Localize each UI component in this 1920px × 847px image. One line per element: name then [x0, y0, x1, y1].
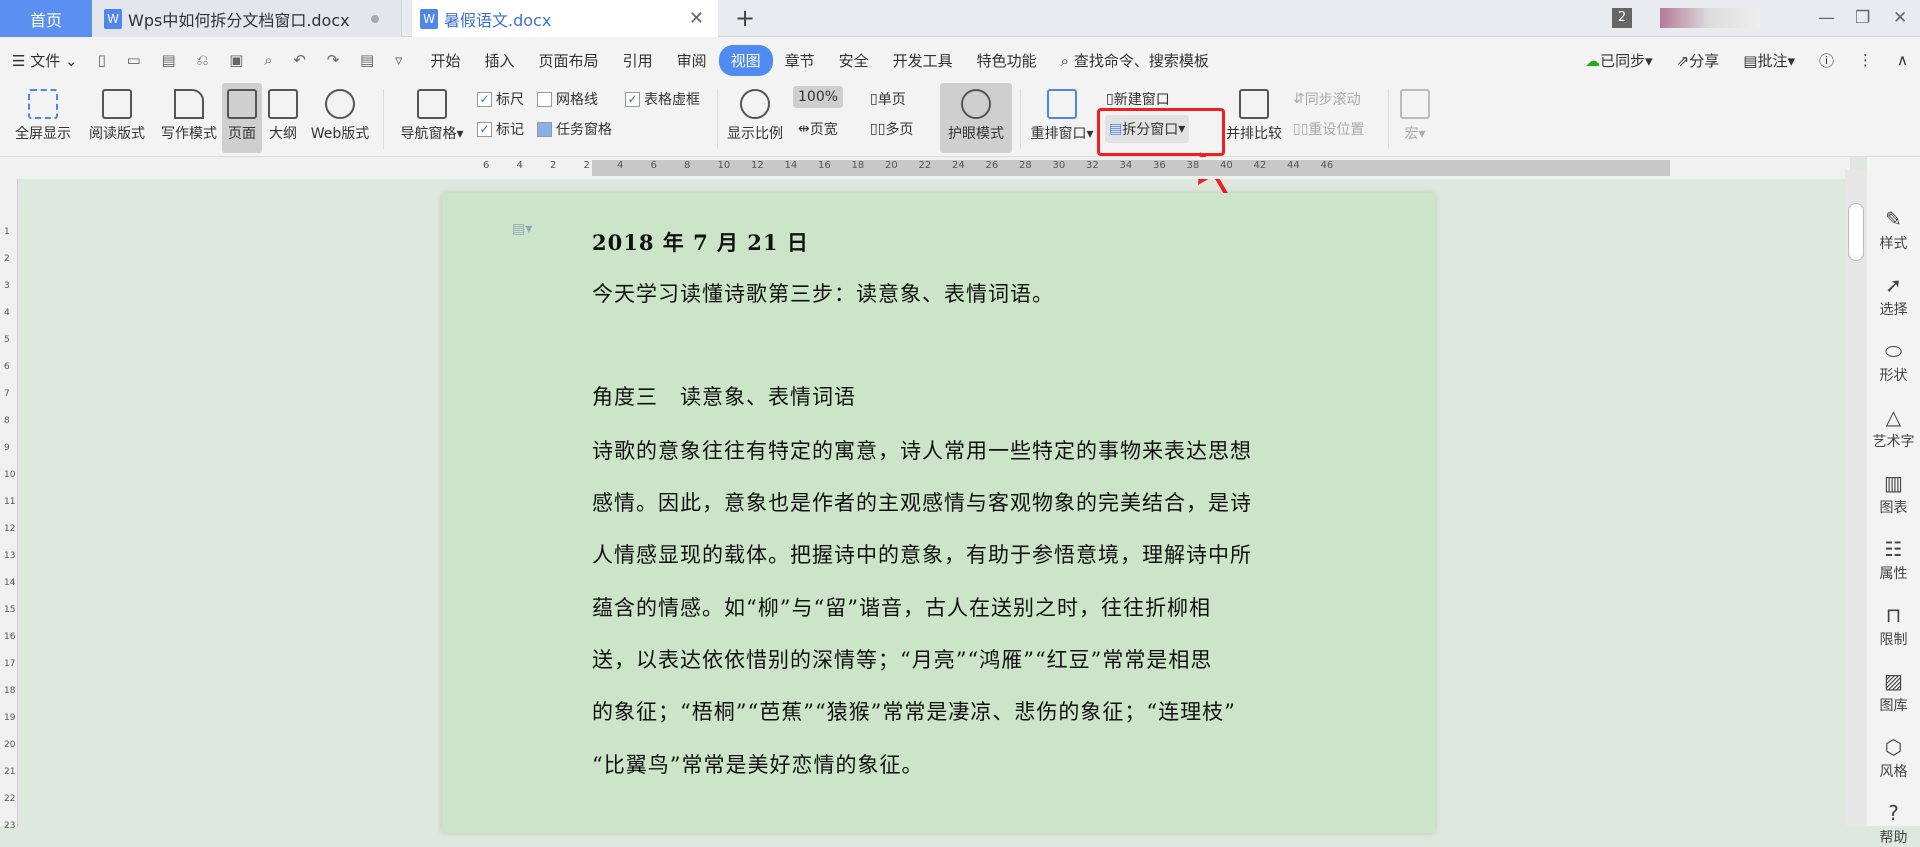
- style-icon: ✎: [1885, 207, 1902, 231]
- ruler-tick: 38: [1186, 160, 1200, 171]
- sidebar-item-properties[interactable]: ☷ 属性: [1867, 537, 1920, 583]
- document-line: 诗歌的意象往往有特定的寓意，诗人常用一些特定的事物来表达思想: [592, 439, 1252, 463]
- sidebar-item-chart[interactable]: ▥ 图表: [1867, 471, 1920, 517]
- sidebar-item-wordart[interactable]: △ 艺术字: [1867, 405, 1920, 451]
- vertical-scrollbar[interactable]: [1845, 170, 1867, 826]
- document-line: “比翼鸟”常常是美好恋情的象征。: [592, 753, 924, 777]
- ruler-tick: 4: [617, 160, 624, 171]
- ruler-tick: 1: [4, 227, 10, 237]
- sidebar-label: 艺术字: [1872, 434, 1915, 450]
- ruler-tick: 18: [4, 686, 16, 696]
- ruler-tick: 40: [1220, 160, 1233, 171]
- sidebar-item-theme[interactable]: ⬡ 风格: [1867, 735, 1920, 781]
- ruler-tick: 12: [751, 160, 764, 171]
- ruler-tick: 20: [885, 160, 898, 171]
- chart-icon: ▥: [1884, 471, 1903, 495]
- horizontal-ruler[interactable]: 6 4 2 2 4 6 8 10 12 14 16 18 20 22 24 26 28 30 32 34 36 38 40 4…: [0, 157, 1850, 179]
- ruler-tick: 18: [851, 160, 865, 171]
- ruler-tick: 10: [717, 160, 731, 171]
- ruler-tick: 14: [784, 160, 798, 171]
- ruler-tick: 28: [1019, 160, 1032, 171]
- document-line: 的象征；“梧桐”“芭蕉”“猿猴”常常是凄凉、悲伤的象征；“连理枝”: [592, 700, 1236, 724]
- paragraph-marker-icon[interactable]: ▤▾: [512, 221, 532, 237]
- sidebar-item-help[interactable]: ? 帮助: [1867, 801, 1920, 847]
- ruler-tick: 8: [684, 160, 691, 171]
- document-line: 送，以表达依依惜别的深情等；“月亮”“鸿雁”“红豆”常常是相思: [592, 648, 1213, 672]
- ruler-tick: 22: [918, 160, 932, 171]
- ruler-tick: 11: [4, 497, 16, 507]
- ruler-tick: 24: [952, 160, 965, 171]
- sidebar-item-style[interactable]: ✎ 样式: [1867, 207, 1920, 253]
- sidebar-label: 帮助: [1879, 830, 1908, 846]
- sidebar-label: 样式: [1879, 236, 1908, 252]
- select-icon: ➚: [1885, 273, 1902, 297]
- scrollbar-thumb[interactable]: [1848, 203, 1864, 261]
- wordart-icon: △: [1885, 405, 1902, 429]
- ruler-tick: 2: [550, 160, 557, 171]
- ruler-tick: 14: [4, 578, 16, 588]
- right-task-panel: ✎ 样式 ➚ 选择 ⬭ 形状 △ 艺术字 ▥ 图表 ☷ 属性 ⊓ 限制 ▨ 图库 ⬡ 风格? 帮助: [1867, 157, 1920, 846]
- ruler-tick: 6: [4, 362, 10, 372]
- ruler-tick: 4: [4, 308, 10, 318]
- ruler-tick: 2: [583, 160, 590, 171]
- ruler-tick: 7: [4, 389, 10, 399]
- document-page[interactable]: ▤▾ 2018 年 7 月 21 日今天学习读懂诗歌第三步：读意象、表情词语。角…: [442, 193, 1435, 833]
- restrict-icon: ⊓: [1885, 603, 1902, 627]
- ruler-tick: 19: [4, 713, 16, 723]
- ruler-tick: 12: [4, 524, 16, 534]
- sidebar-label: 属性: [1879, 566, 1908, 582]
- ruler-tick: 5: [4, 335, 10, 345]
- gallery-icon: ▨: [1884, 669, 1903, 693]
- ruler-tick: 4: [516, 160, 523, 171]
- sidebar-label: 图库: [1879, 698, 1908, 714]
- ruler-tick: 26: [985, 160, 999, 171]
- ruler-tick: 17: [4, 659, 16, 669]
- ruler-tick: 46: [1320, 160, 1334, 171]
- sidebar-label: 形状: [1879, 368, 1908, 384]
- sidebar-item-shape[interactable]: ⬭ 形状: [1867, 339, 1920, 385]
- ruler-tick: 44: [1287, 160, 1300, 171]
- document-line: 角度三 读意象、表情词语: [592, 385, 856, 409]
- ruler-tick: 32: [1086, 160, 1099, 171]
- ruler-tick: 10: [4, 470, 16, 480]
- ruler-tick: 16: [4, 632, 16, 642]
- document-line: 蕴含的情感。如“柳”与“留”谐音，古人在送别之时，往往折柳相: [592, 596, 1211, 620]
- ruler-tick: 6: [650, 160, 657, 171]
- ruler-tick: 6: [483, 160, 490, 171]
- ruler-tick: 22: [4, 794, 16, 804]
- document-line: 感情。因此，意象也是作者的主观感情与客观物象的完美结合，是诗: [592, 491, 1252, 515]
- ruler-tick: 36: [1153, 160, 1166, 171]
- theme-icon: ⬡: [1884, 735, 1903, 759]
- sidebar-item-gallery[interactable]: ▨ 图库: [1867, 669, 1920, 715]
- sidebar-label: 图表: [1879, 500, 1908, 516]
- document-line: 人情感显现的载体。把握诗中的意象，有助于参悟意境，理解诗中所: [592, 543, 1252, 567]
- ruler-tick: 16: [818, 160, 831, 171]
- ruler-tick: 13: [4, 551, 16, 561]
- ruler-tick: 30: [1052, 160, 1066, 171]
- ruler-tick: 15: [4, 605, 16, 615]
- vertical-ruler[interactable]: 1 2 3 4 5 6 7 8 9 10 11 12 13 14 15 16 17 18 19 20 21 22 23: [0, 179, 18, 831]
- properties-icon: ☷: [1884, 537, 1903, 561]
- help-icon: ?: [1888, 801, 1899, 825]
- document-line: 2018 年 7 月 21 日: [592, 230, 809, 255]
- ruler-tick: 9: [4, 443, 10, 453]
- ruler-tick: 42: [1253, 160, 1267, 171]
- ruler-tick: 20: [4, 740, 16, 750]
- ruler-tick: 21: [4, 767, 16, 777]
- sidebar-item-select[interactable]: ➚ 选择: [1867, 273, 1920, 319]
- sidebar-label: 限制: [1879, 632, 1908, 648]
- shape-icon: ⬭: [1884, 339, 1903, 363]
- ruler-tick: 34: [1119, 160, 1133, 171]
- ruler-tick: 2: [4, 254, 10, 264]
- sidebar-label: 选择: [1879, 302, 1908, 318]
- sidebar-label: 风格: [1879, 764, 1908, 780]
- sidebar-item-restrict[interactable]: ⊓ 限制: [1867, 603, 1920, 649]
- ruler-tick: 3: [4, 281, 10, 291]
- document-line: 今天学习读懂诗歌第三步：读意象、表情词语。: [592, 282, 1054, 306]
- ruler-tick: 8: [4, 416, 10, 426]
- ruler-tick: 23: [4, 821, 16, 831]
